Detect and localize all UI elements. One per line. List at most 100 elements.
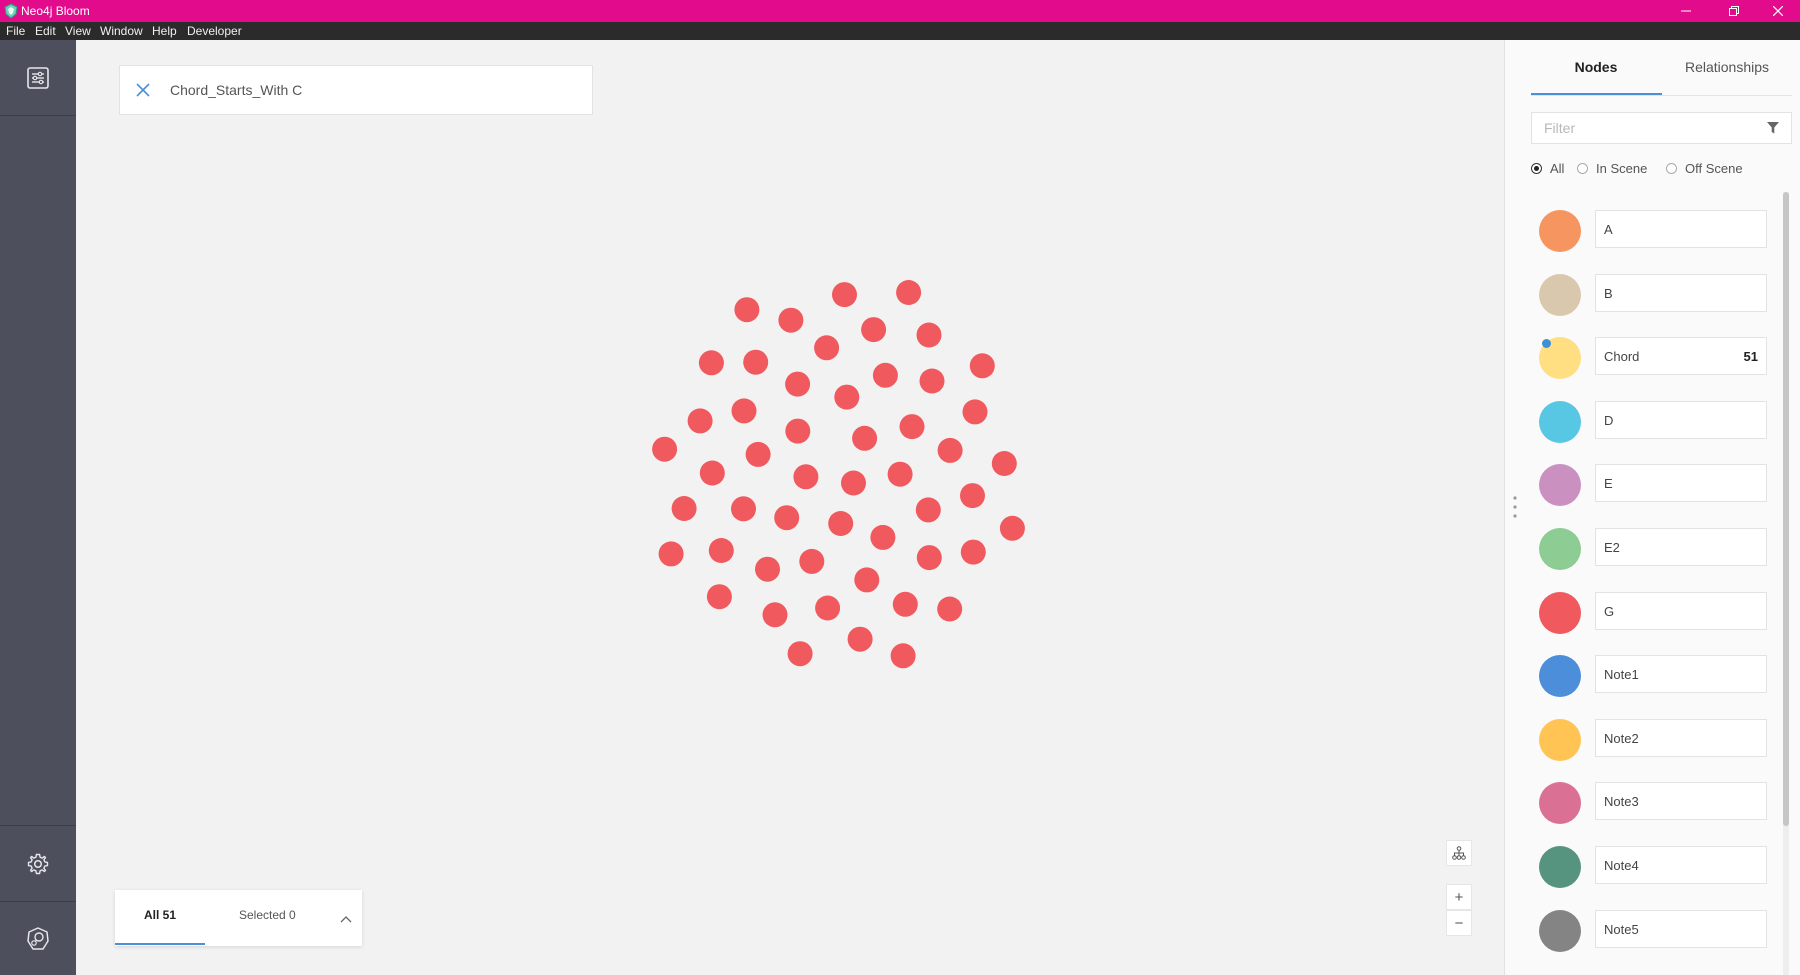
perspective-panel-button[interactable] xyxy=(0,40,76,115)
graph-node[interactable] xyxy=(708,538,734,563)
category-name-box[interactable]: E xyxy=(1595,464,1767,503)
graph-node[interactable] xyxy=(734,297,760,323)
graph-node[interactable] xyxy=(852,425,878,451)
category-color-swatch[interactable] xyxy=(1539,464,1581,507)
category-row-b[interactable]: B xyxy=(1539,273,1770,316)
graph-node[interactable] xyxy=(937,437,963,463)
category-name-box[interactable]: Note4 xyxy=(1595,846,1767,884)
graph-node[interactable] xyxy=(870,524,896,550)
graph-node[interactable] xyxy=(652,436,678,462)
close-window-button[interactable] xyxy=(1756,0,1800,22)
graph-canvas[interactable]: All 51 Selected 0 + − xyxy=(76,40,1504,975)
graph-node[interactable] xyxy=(785,418,811,444)
close-icon[interactable] xyxy=(134,81,152,99)
category-color-swatch[interactable] xyxy=(1539,337,1581,380)
scope-option-in-scene[interactable]: In Scene xyxy=(1577,161,1647,176)
category-color-swatch[interactable] xyxy=(1539,782,1581,825)
graph-node[interactable] xyxy=(698,350,724,376)
category-name-box[interactable]: Chord 51 xyxy=(1595,337,1767,376)
graph-node[interactable] xyxy=(899,414,925,440)
graph-node[interactable] xyxy=(937,596,963,622)
category-color-swatch[interactable] xyxy=(1539,400,1581,443)
graph-node[interactable] xyxy=(658,541,684,567)
category-color-swatch[interactable] xyxy=(1539,210,1581,252)
category-color-swatch[interactable] xyxy=(1539,528,1581,570)
zoom-out-button[interactable]: − xyxy=(1446,910,1472,936)
category-name-box[interactable]: Note3 xyxy=(1595,782,1767,821)
menu-help[interactable]: Help xyxy=(152,24,177,38)
menu-edit[interactable]: Edit xyxy=(35,24,56,38)
graph-node[interactable] xyxy=(778,307,804,333)
graph-node[interactable] xyxy=(919,368,945,394)
graph-node[interactable] xyxy=(915,497,941,523)
menu-file[interactable]: File xyxy=(6,24,25,38)
category-color-swatch[interactable] xyxy=(1539,655,1581,698)
graph-node[interactable] xyxy=(991,451,1017,476)
chevron-up-icon[interactable] xyxy=(339,912,353,926)
category-name-box[interactable]: Note5 xyxy=(1595,909,1767,948)
menu-developer[interactable]: Developer xyxy=(187,24,242,38)
graph-node[interactable] xyxy=(861,317,887,343)
graph-node[interactable] xyxy=(785,371,811,397)
graph-scene[interactable] xyxy=(76,40,1504,975)
graph-node[interactable] xyxy=(834,384,860,410)
funnel-icon[interactable] xyxy=(1766,121,1780,135)
graph-node[interactable] xyxy=(892,591,918,617)
graph-node[interactable] xyxy=(745,441,771,467)
graph-node[interactable] xyxy=(999,515,1025,541)
graph-node[interactable] xyxy=(699,460,725,486)
category-name-box[interactable]: D xyxy=(1595,400,1767,439)
category-row-e[interactable]: E xyxy=(1539,463,1770,507)
category-name-box[interactable]: Note1 xyxy=(1595,655,1767,694)
scope-option-all[interactable]: All xyxy=(1531,161,1564,176)
category-row-a[interactable]: A xyxy=(1539,209,1770,252)
graph-node[interactable] xyxy=(671,496,697,521)
category-color-swatch[interactable] xyxy=(1539,591,1581,634)
graph-node[interactable] xyxy=(755,556,780,582)
category-name-box[interactable]: Note2 xyxy=(1595,718,1767,757)
graph-node[interactable] xyxy=(960,483,985,509)
category-row-g[interactable]: G xyxy=(1539,591,1770,634)
graph-node[interactable] xyxy=(832,282,857,308)
zoom-in-button[interactable]: + xyxy=(1446,884,1472,910)
settings-button[interactable] xyxy=(0,826,76,901)
graph-node[interactable] xyxy=(687,408,713,434)
graph-node[interactable] xyxy=(799,548,825,574)
category-row-note4[interactable]: Note4 xyxy=(1539,845,1770,888)
graph-node[interactable] xyxy=(960,539,986,565)
restore-button[interactable] xyxy=(1712,0,1756,22)
graph-node[interactable] xyxy=(814,335,840,361)
graph-node[interactable] xyxy=(962,399,988,425)
layout-button[interactable] xyxy=(1446,840,1472,866)
tab-selected-results[interactable]: Selected 0 xyxy=(239,908,296,922)
filter-input[interactable] xyxy=(1544,120,1744,136)
category-name-box[interactable]: G xyxy=(1595,591,1767,630)
category-color-swatch[interactable] xyxy=(1539,909,1581,952)
graph-node[interactable] xyxy=(706,584,732,610)
scrollbar-thumb[interactable] xyxy=(1783,192,1789,826)
scope-option-off-scene[interactable]: Off Scene xyxy=(1666,161,1743,176)
category-row-chord[interactable]: Chord 51 xyxy=(1539,336,1770,380)
category-name-box[interactable]: B xyxy=(1595,273,1767,312)
category-color-swatch[interactable] xyxy=(1539,718,1581,761)
category-row-note1[interactable]: Note1 xyxy=(1539,654,1770,698)
graph-node[interactable] xyxy=(890,643,916,669)
minimize-button[interactable] xyxy=(1664,0,1708,22)
graph-node[interactable] xyxy=(815,595,841,621)
category-name-box[interactable]: E2 xyxy=(1595,528,1767,566)
tab-all-results[interactable]: All 51 xyxy=(144,908,176,922)
category-row-d[interactable]: D xyxy=(1539,400,1770,443)
search-bar[interactable] xyxy=(119,65,593,115)
graph-node[interactable] xyxy=(828,511,854,536)
graph-node[interactable] xyxy=(841,470,866,496)
graph-node[interactable] xyxy=(847,626,873,652)
menu-window[interactable]: Window xyxy=(100,24,143,38)
graph-node[interactable] xyxy=(743,349,769,375)
graph-node[interactable] xyxy=(969,353,995,379)
graph-node[interactable] xyxy=(731,398,757,424)
category-color-swatch[interactable] xyxy=(1539,273,1581,316)
graph-node[interactable] xyxy=(916,322,942,348)
graph-node[interactable] xyxy=(872,362,898,388)
tab-nodes[interactable]: Nodes xyxy=(1531,59,1661,75)
graph-node[interactable] xyxy=(793,464,819,490)
